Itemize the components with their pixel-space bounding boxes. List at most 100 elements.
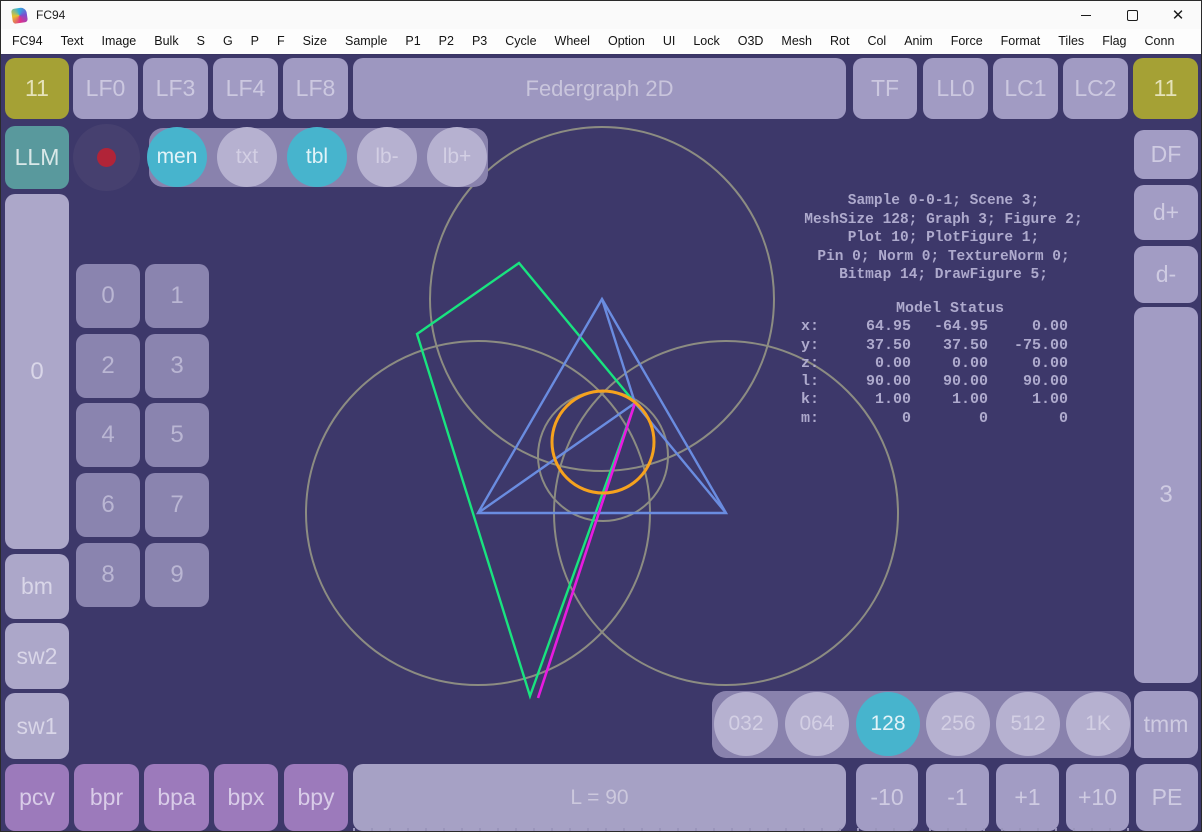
record-button[interactable]: [73, 124, 140, 191]
menu-item-o3d[interactable]: O3D: [729, 29, 773, 54]
badge-11-left[interactable]: 11: [5, 58, 69, 119]
stepper-plus-10[interactable]: +10: [1066, 764, 1129, 831]
button-tf[interactable]: TF: [853, 58, 917, 119]
button-txt[interactable]: txt: [217, 127, 277, 187]
mesh-option-1k[interactable]: 1K: [1066, 692, 1130, 756]
badge-11-right[interactable]: 11: [1133, 58, 1198, 119]
menu-item-ui[interactable]: UI: [654, 29, 685, 54]
menu-item-anim[interactable]: Anim: [895, 29, 941, 54]
mesh-option-032[interactable]: 032: [714, 692, 778, 756]
pad-button-9[interactable]: 9: [145, 543, 209, 607]
menu-item-conn[interactable]: Conn: [1136, 29, 1184, 54]
button-lb-plus[interactable]: lb+: [427, 127, 487, 187]
menu-item-tiles[interactable]: Tiles: [1049, 29, 1093, 54]
button-pe[interactable]: PE: [1136, 764, 1198, 831]
button-tmm[interactable]: tmm: [1134, 691, 1198, 758]
menu-item-p[interactable]: P: [242, 29, 268, 54]
stepper-plus-1[interactable]: +1: [996, 764, 1059, 831]
close-button[interactable]: ✕: [1155, 1, 1201, 29]
info-line: Plot 10; PlotFigure 1;: [771, 229, 1116, 248]
menu-item-f[interactable]: F: [268, 29, 294, 54]
mesh-option-512[interactable]: 512: [996, 692, 1060, 756]
slider-right-3[interactable]: 3: [1134, 307, 1198, 683]
record-dot-icon: [97, 148, 116, 167]
button-bm[interactable]: bm: [5, 554, 69, 619]
button-lf0[interactable]: LF0: [73, 58, 138, 119]
button-lc1[interactable]: LC1: [993, 58, 1058, 119]
scene-info-text: Sample 0-0-1; Scene 3; MeshSize 128; Gra…: [771, 192, 1116, 285]
menu-item-cycle[interactable]: Cycle: [496, 29, 545, 54]
minimize-icon: [1081, 15, 1091, 16]
info-line: Bitmap 14; DrawFigure 5;: [771, 266, 1116, 285]
model-status-row: y: 37.50 37.50 -75.00: [801, 337, 1071, 355]
button-d-minus[interactable]: d-: [1134, 246, 1198, 303]
app-window: Sample 0-0-1; Scene 3; MeshSize 128; Gra…: [0, 0, 1202, 832]
ruler-ticks: [353, 828, 1133, 832]
menu-item-mesh[interactable]: Mesh: [772, 29, 821, 54]
mesh-option-128[interactable]: 128: [856, 692, 920, 756]
pad-button-1[interactable]: 1: [145, 264, 209, 328]
menu-item-col[interactable]: Col: [858, 29, 895, 54]
button-bpa[interactable]: bpa: [144, 764, 209, 831]
pad-button-2[interactable]: 2: [76, 334, 140, 398]
pad-button-3[interactable]: 3: [145, 334, 209, 398]
menu-item-s[interactable]: S: [188, 29, 214, 54]
menu-item-option[interactable]: Option: [599, 29, 654, 54]
pad-button-7[interactable]: 7: [145, 473, 209, 537]
menu-item-fc94[interactable]: FC94: [3, 29, 52, 54]
title-bar: FC94 ✕: [1, 1, 1201, 29]
menu-item-flag[interactable]: Flag: [1093, 29, 1135, 54]
model-status-row: l: 90.00 90.00 90.00: [801, 373, 1071, 391]
pad-button-8[interactable]: 8: [76, 543, 140, 607]
model-status-row: z: 0.00 0.00 0.00: [801, 355, 1071, 373]
model-status-title: Model Status: [801, 300, 1071, 318]
menu-item-p2[interactable]: P2: [430, 29, 463, 54]
mesh-option-256[interactable]: 256: [926, 692, 990, 756]
menu-item-p3[interactable]: P3: [463, 29, 496, 54]
stepper-minus-10[interactable]: -10: [856, 764, 918, 831]
menu-item-lock[interactable]: Lock: [684, 29, 728, 54]
button-lb-minus[interactable]: lb-: [357, 127, 417, 187]
caption-bar[interactable]: Federgraph 2D: [353, 58, 846, 119]
button-ll0[interactable]: LL0: [923, 58, 988, 119]
menu-bar: FC94 Text Image Bulk S G P F Size Sample…: [1, 29, 1201, 55]
menu-item-sample[interactable]: Sample: [336, 29, 396, 54]
maximize-button[interactable]: [1109, 1, 1155, 29]
button-men[interactable]: men: [147, 127, 207, 187]
maximize-icon: [1127, 10, 1138, 21]
pad-button-6[interactable]: 6: [76, 473, 140, 537]
button-sw1[interactable]: sw1: [5, 693, 69, 759]
button-bpx[interactable]: bpx: [214, 764, 278, 831]
menu-item-force[interactable]: Force: [942, 29, 992, 54]
button-lf4[interactable]: LF4: [213, 58, 278, 119]
slider-left-0[interactable]: 0: [5, 194, 69, 549]
menu-item-g[interactable]: G: [214, 29, 242, 54]
button-lc2[interactable]: LC2: [1063, 58, 1128, 119]
button-pcv[interactable]: pcv: [5, 764, 69, 831]
menu-item-p1[interactable]: P1: [396, 29, 429, 54]
button-df[interactable]: DF: [1134, 130, 1198, 179]
button-bpr[interactable]: bpr: [74, 764, 139, 831]
value-bar-l[interactable]: L = 90: [353, 764, 846, 831]
menu-item-wheel[interactable]: Wheel: [546, 29, 599, 54]
menu-item-format[interactable]: Format: [992, 29, 1050, 54]
window-title: FC94: [36, 8, 65, 22]
button-sw2[interactable]: sw2: [5, 623, 69, 689]
button-lf8[interactable]: LF8: [283, 58, 348, 119]
pad-button-5[interactable]: 5: [145, 403, 209, 467]
mesh-option-064[interactable]: 064: [785, 692, 849, 756]
menu-item-rot[interactable]: Rot: [821, 29, 858, 54]
stepper-minus-1[interactable]: -1: [926, 764, 989, 831]
menu-item-image[interactable]: Image: [93, 29, 146, 54]
button-bpy[interactable]: bpy: [284, 764, 348, 831]
menu-item-size[interactable]: Size: [294, 29, 336, 54]
button-llm[interactable]: LLM: [5, 126, 69, 189]
button-lf3[interactable]: LF3: [143, 58, 208, 119]
pad-button-0[interactable]: 0: [76, 264, 140, 328]
button-tbl[interactable]: tbl: [287, 127, 347, 187]
button-d-plus[interactable]: d+: [1134, 185, 1198, 240]
minimize-button[interactable]: [1063, 1, 1109, 29]
menu-item-bulk[interactable]: Bulk: [145, 29, 187, 54]
pad-button-4[interactable]: 4: [76, 403, 140, 467]
menu-item-text[interactable]: Text: [52, 29, 93, 54]
